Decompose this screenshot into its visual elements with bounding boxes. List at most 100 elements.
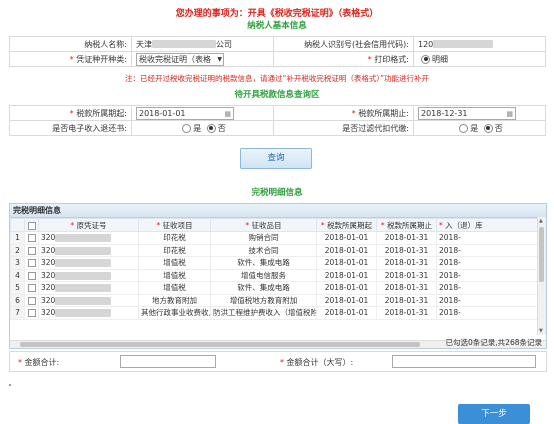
voucher-number-text: 320 <box>41 245 56 255</box>
table-row[interactable]: 1 320 印花税 购销合同 2018-01-01 2018-01-31 2018- <box>10 231 541 245</box>
table-row[interactable]: 4 320 增值税 增值电信服务 2018-01-01 2018-01-31 2018- <box>10 268 541 282</box>
amount-upper-input[interactable] <box>392 355 536 368</box>
chevron-down-icon: ▼ <box>217 55 222 63</box>
header-voucher[interactable]: * 原凭证号 <box>38 218 139 232</box>
table-row[interactable]: 3 320 增值税 软件、集成电路 2018-01-01 2018-01-31 2018- <box>10 256 541 270</box>
entry-date: 2018- <box>436 243 541 257</box>
row-checkbox[interactable] <box>27 309 36 318</box>
print-format-radio-detail[interactable] <box>421 54 430 64</box>
period-end-input[interactable]: 2018-12-31 ▦ <box>418 106 516 120</box>
entry-date-text: 2018- <box>439 283 461 293</box>
redacted-block <box>55 296 112 305</box>
print-format-label: * 打印格式: <box>273 51 414 67</box>
row-select-cell <box>24 243 39 257</box>
header-entry[interactable]: * 入（退）库 <box>436 218 541 232</box>
electronic-refund-radio-yes[interactable] <box>182 123 192 133</box>
voucher-type-label: * 凭证种开种类: <box>9 51 132 67</box>
collection-subitem: 技术合同 <box>210 243 317 257</box>
collection-item: 增值税 <box>138 256 211 270</box>
period-end-label: * 税款所属期止: <box>273 105 414 121</box>
voucher-number: 320 <box>38 231 139 245</box>
header-item[interactable]: * 征收项目 <box>138 218 211 232</box>
radio-label-yes: 是 <box>193 123 202 133</box>
row-number: 2 <box>10 243 25 257</box>
collection-subitem-text: 增值电信服务 <box>241 270 286 280</box>
scroll-thumb[interactable] <box>539 227 544 282</box>
taxpayer-name-suffix: 公司 <box>216 39 232 49</box>
row-number-text: 5 <box>15 283 20 293</box>
row-number: 7 <box>10 306 25 320</box>
amount-sum-row: * 金额合计: * 金额合计（大写）: <box>9 351 547 372</box>
scroll-up-icon[interactable]: ▲ <box>539 218 543 224</box>
taxpayer-name-prefix: 天津 <box>136 39 152 49</box>
vertical-scrollbar[interactable]: ▲ ▼ <box>537 217 546 335</box>
row-checkbox[interactable] <box>27 284 36 293</box>
grid-caption: 完税明细信息 <box>10 204 546 218</box>
table-row[interactable]: 7 320 其他行政事业收费收入防洪工程维护费收入（增值税附征） 2018-01-01… <box>10 306 541 320</box>
voucher-type-cell: 税收完税证明（表格 ▼ <box>131 51 274 67</box>
period-end-text: 2018-01-31 <box>384 295 429 305</box>
collection-item: 其他行政事业收费收入 <box>138 306 211 320</box>
period-start-input[interactable]: 2018-01-01 ▦ <box>136 106 234 120</box>
voucher-number-text: 320 <box>41 233 56 243</box>
table-row[interactable]: 2 320 印花税 技术合同 2018-01-01 2018-01-31 2018- <box>10 243 541 257</box>
row-number: 1 <box>10 231 25 245</box>
redacted-block <box>55 284 112 293</box>
electronic-refund-options: 是 否 <box>131 120 274 136</box>
entry-date-text: 2018- <box>439 295 461 305</box>
header-start[interactable]: * 税款所属期起 <box>316 218 377 232</box>
collection-item: 印花税 <box>138 243 211 257</box>
table-row[interactable]: 6 320 地方教育附加 增值税地方教育附加 2018-01-01 2018-01-31 2… <box>10 293 541 307</box>
voucher-number: 320 <box>38 306 139 320</box>
row-checkbox[interactable] <box>27 296 36 305</box>
period-start: 2018-01-01 <box>316 243 377 257</box>
collection-item-text: 增值税 <box>163 258 186 268</box>
redacted-block <box>55 309 112 318</box>
redacted-block <box>152 40 216 48</box>
row-select-cell <box>24 281 39 295</box>
entry-date: 2018- <box>436 293 541 307</box>
section-title-basic-info: 纳税人基本信息 <box>247 21 307 31</box>
row-number: 5 <box>10 281 25 295</box>
collection-subitem: 防洪工程维护费收入（增值税附征） <box>210 306 317 320</box>
voucher-number-text: 320 <box>41 270 56 280</box>
row-number-text: 6 <box>15 295 20 305</box>
row-number-text: 3 <box>15 258 20 268</box>
withholding-radio-yes[interactable] <box>459 123 469 133</box>
period-start: 2018-01-01 <box>316 231 377 245</box>
calendar-icon[interactable]: ▦ <box>506 109 513 120</box>
scroll-down-icon[interactable]: ▼ <box>539 328 543 334</box>
row-checkbox[interactable] <box>27 234 36 243</box>
grid-body: 1 320 印花税 购销合同 2018-01-01 2018-01-31 2018- 2 320… <box>10 231 541 320</box>
voucher-type-select[interactable]: 税收完税证明（表格 ▼ <box>136 52 224 66</box>
header-end[interactable]: * 税款所属期止 <box>376 218 437 232</box>
period-end-text: 2018-01-31 <box>384 233 429 243</box>
row-select-cell <box>24 231 39 245</box>
query-button[interactable]: 查询 <box>240 148 312 169</box>
next-step-button[interactable]: 下一步 <box>458 404 530 424</box>
grid-header-row: * 原凭证号 * 征收项目 * 征收品目 * 税款所属期起 * 税款所属期止 *… <box>10 218 541 232</box>
selection-summary: 已勾选0条记录,共268条记录 <box>445 338 542 347</box>
row-number-text: 1 <box>15 233 20 243</box>
header-subitem[interactable]: * 征收品目 <box>210 218 317 232</box>
scroll-thumb[interactable] <box>20 342 420 347</box>
print-format-label-text: 打印格式: <box>374 54 409 64</box>
withholding-radio-no[interactable] <box>483 123 493 133</box>
row-checkbox[interactable] <box>27 246 36 255</box>
calendar-icon[interactable]: ▦ <box>224 109 231 120</box>
row-checkbox[interactable] <box>27 259 36 268</box>
electronic-refund-radio-no[interactable] <box>206 123 216 133</box>
table-row[interactable]: 5 320 增值税 软件、集成电路 2018-01-01 2018-01-31 2018- <box>10 281 541 295</box>
header-select-all[interactable] <box>24 218 39 232</box>
amount-total-input[interactable] <box>120 355 216 368</box>
collection-subitem: 增值税地方教育附加 <box>210 293 317 307</box>
voucher-number-text: 320 <box>41 258 56 268</box>
period-end: 2018-01-31 <box>376 268 437 282</box>
voucher-number-text: 320 <box>41 295 56 305</box>
select-all-checkbox[interactable] <box>27 221 36 230</box>
row-checkbox[interactable] <box>27 271 36 280</box>
header-start-label: 税款所属期起 <box>327 220 373 230</box>
entry-date-text: 2018- <box>439 308 461 318</box>
header-end-label: 税款所属期止 <box>387 220 433 230</box>
print-format-option-label: 明细 <box>432 54 448 64</box>
